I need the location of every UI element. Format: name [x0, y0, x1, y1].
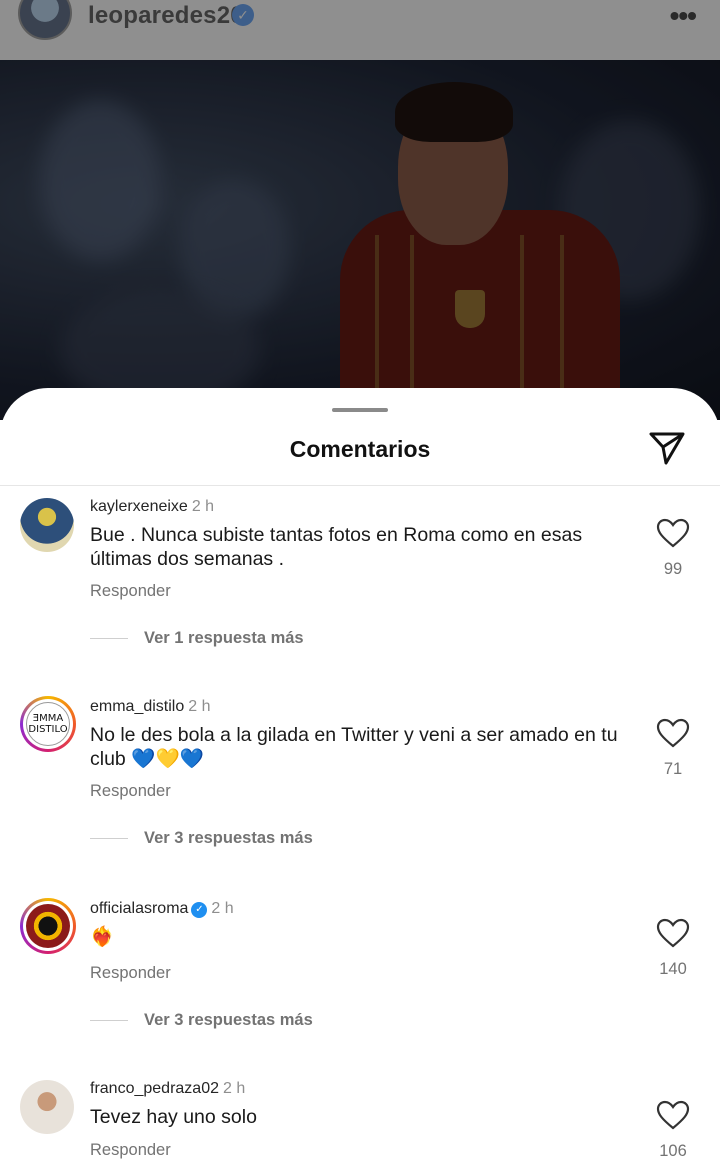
sheet-drag-handle[interactable]	[332, 408, 388, 412]
comment-username[interactable]: officialasroma	[90, 900, 188, 917]
more-options-icon[interactable]: •••	[670, 0, 697, 32]
post-author-avatar[interactable]	[18, 0, 72, 40]
comment-text: No le des bola a la gilada en Twitter y …	[90, 724, 618, 770]
like-count: 140	[659, 960, 687, 978]
heart-icon[interactable]	[656, 518, 690, 548]
reply-button[interactable]: Responder	[90, 1141, 171, 1160]
heart-icon[interactable]	[656, 718, 690, 748]
reply-button[interactable]: Responder	[90, 964, 171, 983]
comment-time: 2 h	[191, 498, 215, 515]
comment-text: Bue . Nunca subiste tantas fotos en Roma…	[90, 524, 583, 570]
view-replies-button[interactable]: Ver 3 respuestas más	[90, 829, 313, 848]
heart-icon[interactable]	[656, 1100, 690, 1130]
view-replies-button[interactable]: Ver 3 respuestas más	[90, 1011, 313, 1030]
verified-badge-icon: ✓	[191, 902, 208, 918]
comment-time: 2 h	[222, 1080, 246, 1097]
sheet-divider	[0, 485, 720, 486]
comment-username[interactable]: emma_distilo	[90, 698, 184, 715]
reply-button[interactable]: Responder	[90, 582, 171, 601]
comment-time: 2 h	[188, 698, 211, 715]
commenter-avatar[interactable]	[20, 898, 76, 954]
like-count: 71	[663, 760, 683, 778]
post-author-username[interactable]: leoparedes20	[88, 2, 244, 30]
like-count: 99	[663, 560, 683, 578]
share-icon[interactable]	[648, 430, 686, 466]
verified-badge-icon: ✓	[232, 4, 254, 26]
post-header: leoparedes20 ✓ •••	[0, 0, 720, 60]
commenter-avatar[interactable]	[20, 1080, 74, 1134]
reply-button[interactable]: Responder	[90, 782, 171, 801]
like-count: 106	[659, 1142, 687, 1160]
comment-text: Tevez hay uno solo	[90, 1106, 257, 1128]
comment-username[interactable]: kaylerxeneixe	[90, 498, 188, 515]
comment-time: 2 h	[211, 900, 234, 917]
comments-sheet: Comentarios kaylerxeneixe 2 h Bue . Nunca…	[0, 388, 720, 1171]
comment-text: ❤️‍🔥	[90, 926, 115, 948]
comment-username[interactable]: franco_pedraza02	[90, 1080, 219, 1097]
commenter-avatar[interactable]	[20, 498, 74, 552]
commenter-avatar[interactable]: ƎMMA DISTILO	[20, 696, 76, 752]
view-replies-button[interactable]: Ver 1 respuesta más	[90, 629, 304, 648]
heart-icon[interactable]	[656, 918, 690, 948]
post-photo	[0, 60, 720, 420]
sheet-title: Comentarios	[289, 436, 431, 462]
